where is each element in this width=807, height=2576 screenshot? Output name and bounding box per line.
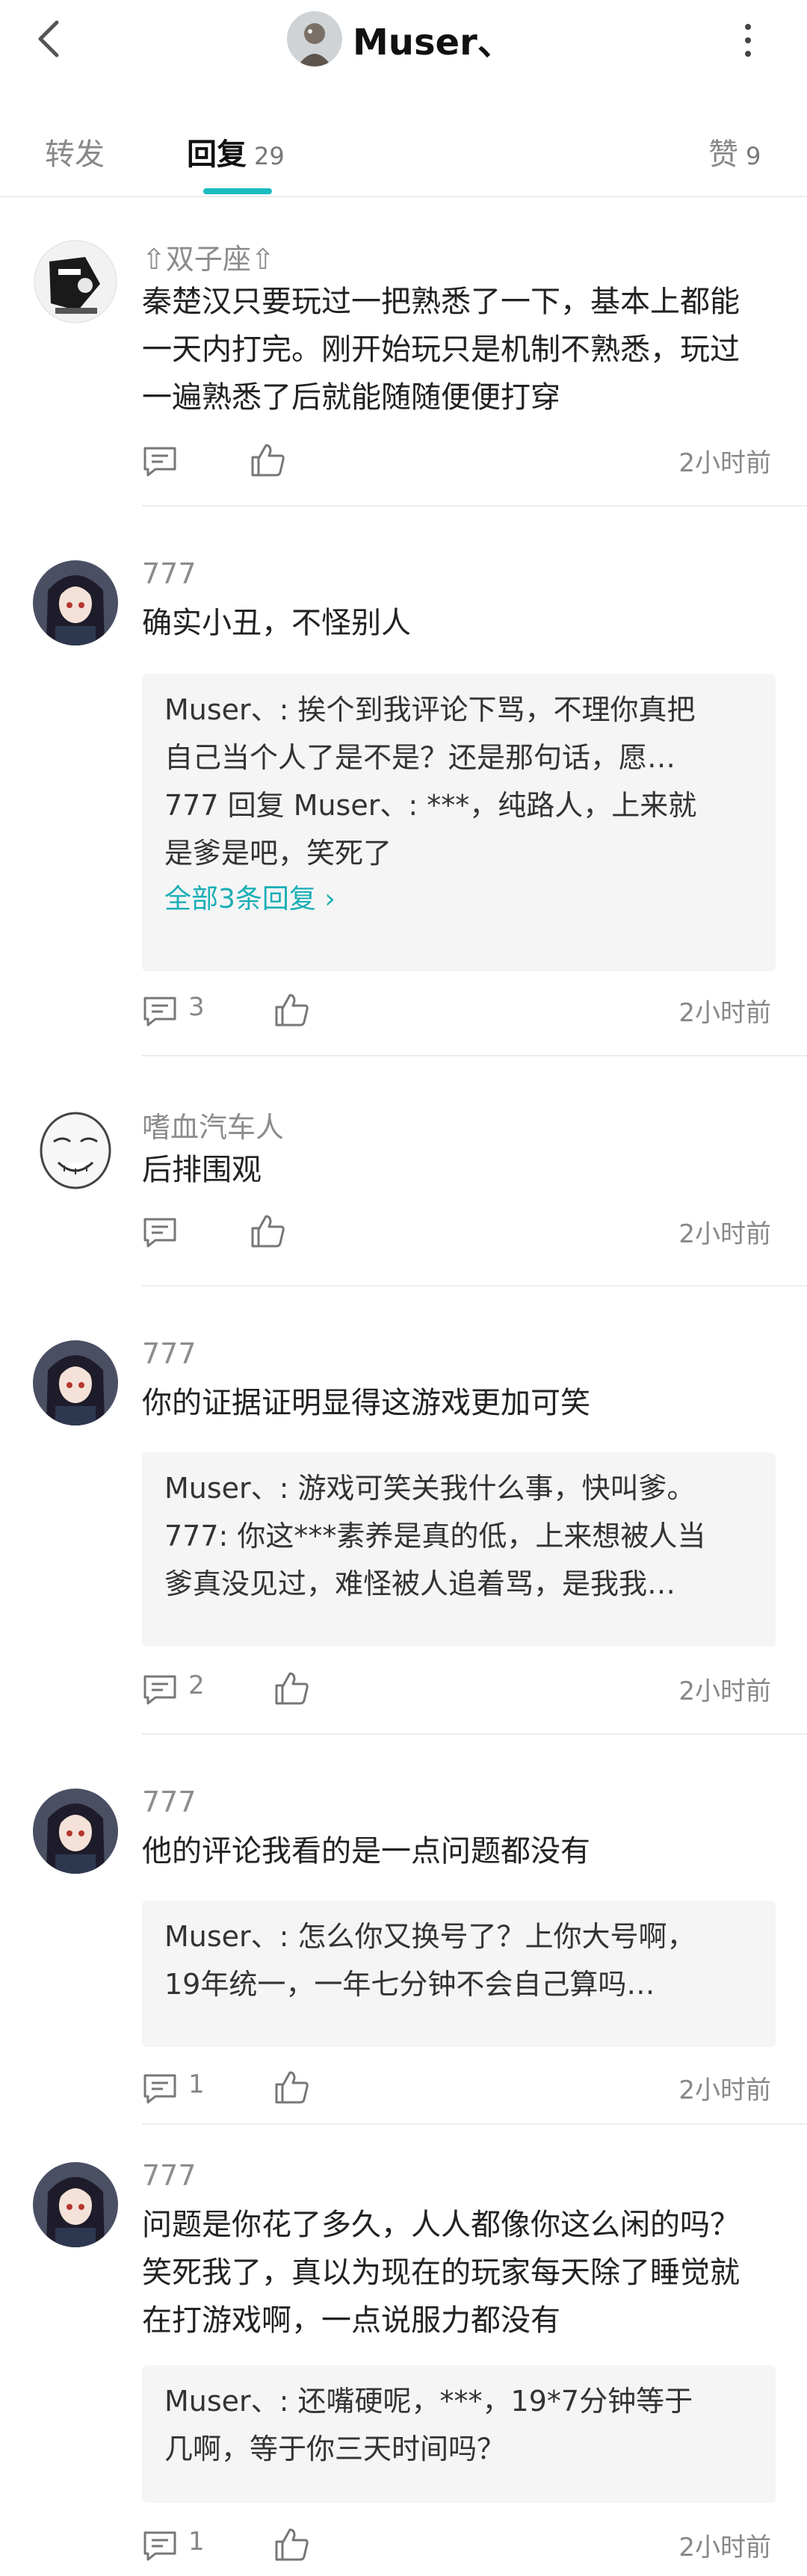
chevron-left-icon[interactable] — [27, 16, 72, 61]
username[interactable]: 嗜血汽车人 — [142, 1104, 284, 1145]
username[interactable]: 777 — [142, 557, 197, 590]
comment-line: 在打游戏啊，一点说服力都没有 — [142, 2303, 560, 2338]
reply-count: 2 — [188, 1671, 205, 1700]
reply-preview-box[interactable]: Muser、: 还嘴硬呢，***，19*7分钟等于 几啊，等于你三天时间吗？ — [142, 2365, 776, 2503]
avatar[interactable] — [287, 11, 342, 66]
comment-icon[interactable] — [142, 445, 178, 478]
comment-icon[interactable] — [142, 995, 178, 1028]
reply-line: 是爹是吧，笑死了 — [164, 837, 392, 870]
reply-line: Muser、: 怎么你又换号了？上你大号啊， — [164, 1920, 696, 1953]
thumb-up-icon[interactable] — [273, 992, 309, 1028]
timestamp: 2小时前 — [678, 448, 771, 478]
reply-line: 19年统一，一年七分钟不会自己算吗… — [164, 1968, 655, 2001]
comment-actions: 2小时前 — [142, 439, 777, 484]
tab-count: 29 — [254, 142, 285, 170]
reply-line: 几啊，等于你三天时间吗？ — [164, 2433, 506, 2465]
divider — [142, 505, 807, 507]
comment-actions: 2小时前 — [142, 1210, 777, 1255]
page-title[interactable]: Muser、 — [287, 10, 513, 67]
comment-text: 后排围观 — [142, 1146, 777, 1194]
tab-label: 转发 — [45, 137, 105, 172]
avatar[interactable] — [33, 239, 118, 324]
timestamp: 2小时前 — [678, 1676, 771, 1706]
reply-line: 自己当个人了是不是？还是那句话，愿… — [164, 741, 676, 774]
reply-preview-box[interactable]: Muser、: 挨个到我评论下骂，不理你真把 自己当个人了是不是？还是那句话，愿… — [142, 674, 776, 971]
thumb-up-icon[interactable] — [250, 1213, 285, 1249]
avatar[interactable] — [33, 1789, 118, 1874]
username[interactable]: ⇧双子座⇧ — [142, 236, 275, 277]
reply-preview-box[interactable]: Muser、: 怎么你又换号了？上你大号啊， 19年统一，一年七分钟不会自己算吗… — [142, 1901, 776, 2047]
top-bar: Muser、 — [0, 0, 807, 78]
comment-line: 一天内打完。刚开始玩只是机制不熟悉，玩过 — [142, 332, 740, 367]
page-title-text: Muser、 — [353, 22, 513, 64]
comment-icon[interactable] — [142, 1674, 178, 1706]
reply-count: 3 — [188, 992, 205, 1022]
comment-actions: 3 2小时前 — [142, 989, 777, 1034]
view-all-replies-label: 全部3条回复 — [164, 884, 316, 914]
reply-preview-box[interactable]: Muser、: 游戏可笑关我什么事，快叫爹。 777: 你这***素养是真的低，… — [142, 1452, 776, 1647]
divider — [142, 2123, 807, 2125]
thumb-up-icon[interactable] — [273, 1671, 309, 1706]
tab-reposts[interactable]: 转发 — [45, 130, 105, 173]
reply-line: Muser、: 游戏可笑关我什么事，快叫爹。 — [164, 1472, 696, 1505]
avatar[interactable] — [33, 1107, 118, 1192]
divider — [142, 1285, 807, 1287]
avatar[interactable] — [33, 1340, 118, 1425]
username[interactable]: 777 — [142, 1337, 197, 1370]
vertical-dots-icon[interactable] — [737, 19, 759, 61]
thumb-up-icon[interactable] — [250, 442, 285, 478]
timestamp: 2小时前 — [678, 1219, 771, 1249]
username[interactable]: 777 — [142, 2159, 197, 2192]
tab-label: 赞 — [708, 137, 738, 172]
tab-count: 9 — [746, 142, 761, 170]
tab-label: 回复 — [187, 137, 247, 172]
tab-bar: 转发 回复 29 赞9 — [0, 105, 807, 196]
comment-line: 一遍熟悉了后就能随随便便打穿 — [142, 380, 560, 415]
reply-count: 1 — [188, 2069, 205, 2099]
comment-icon[interactable] — [142, 2072, 178, 2105]
divider — [142, 1733, 807, 1735]
comment-text: 问题是你花了多久，人人都像你这么闲的吗？ 笑死我了，真以为现在的玩家每天除了睡觉… — [142, 2201, 777, 2344]
comment-line: 秦楚汉只要玩过一把熟悉了一下，基本上都能 — [142, 285, 740, 319]
timestamp: 2小时前 — [678, 2533, 771, 2563]
reply-line: 777 回复 Muser、: ***，纯路人，上来就 — [164, 789, 697, 822]
comment-actions: 1 2小时前 — [142, 2066, 777, 2111]
comment-line: 你的证据证明显得这游戏更加可笑 — [142, 1386, 590, 1420]
comment-actions: 2 2小时前 — [142, 1668, 777, 1712]
comment-text: 你的证据证明显得这游戏更加可笑 — [142, 1379, 777, 1427]
comment-line: 问题是你花了多久，人人都像你这么闲的吗？ — [142, 2208, 740, 2242]
reply-line: Muser、: 挨个到我评论下骂，不理你真把 — [164, 693, 696, 726]
divider — [0, 196, 807, 197]
comment-line: 确实小丑，不怪别人 — [142, 606, 411, 640]
comment-line: 笑死我了，真以为现在的玩家每天除了睡觉就 — [142, 2255, 740, 2290]
comment-actions: 1 2小时前 — [142, 2524, 777, 2569]
reply-count: 1 — [188, 2527, 205, 2557]
thumb-up-icon[interactable] — [273, 2527, 309, 2563]
comment-icon[interactable] — [142, 1216, 178, 1249]
tab-likes[interactable]: 赞9 — [708, 130, 761, 173]
comment-text: 他的评论我看的是一点问题都没有 — [142, 1827, 777, 1875]
reply-line: Muser、: 还嘴硬呢，***，19*7分钟等于 — [164, 2385, 693, 2418]
view-all-replies-link[interactable]: 全部3条回复 › — [142, 877, 776, 922]
reply-line: 777: 你这***素养是真的低，上来想被人当 — [164, 1520, 706, 1552]
username[interactable]: 777 — [142, 1786, 197, 1818]
avatar[interactable] — [33, 560, 118, 645]
comment-line: 后排围观 — [142, 1153, 262, 1187]
comment-text: 确实小丑，不怪别人 — [142, 599, 777, 647]
comment-line: 他的评论我看的是一点问题都没有 — [142, 1834, 590, 1868]
reply-line: 爹真没见过，难怪被人追着骂，是我我… — [164, 1567, 676, 1600]
timestamp: 2小时前 — [678, 998, 771, 1028]
avatar[interactable] — [33, 2162, 118, 2247]
active-tab-indicator — [203, 188, 272, 194]
chevron-right-icon: › — [324, 884, 336, 914]
tab-replies[interactable]: 回复 29 — [187, 130, 285, 173]
comment-text: 秦楚汉只要玩过一把熟悉了一下，基本上都能 一天内打完。刚开始玩只是机制不熟悉，玩… — [142, 278, 777, 421]
thumb-up-icon[interactable] — [273, 2069, 309, 2105]
divider — [142, 1055, 807, 1056]
timestamp: 2小时前 — [678, 2075, 771, 2105]
comment-icon[interactable] — [142, 2530, 178, 2563]
